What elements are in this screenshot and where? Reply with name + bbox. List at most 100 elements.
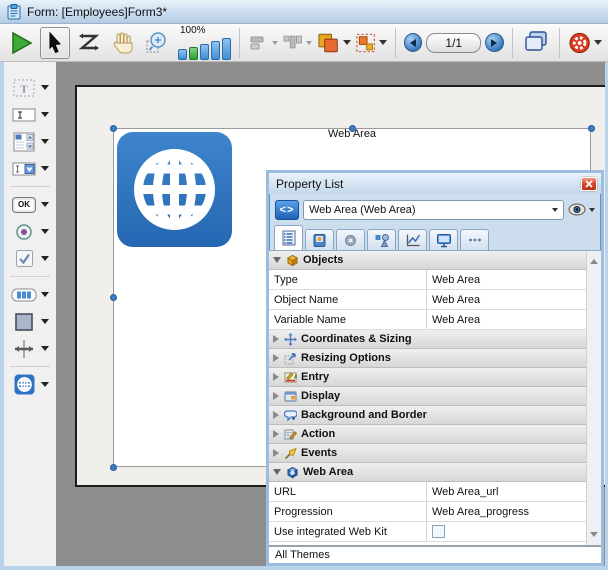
view-options-button[interactable] [568,203,595,216]
checkbox-tool-dropdown[interactable] [41,256,49,261]
splitter-tool[interactable] [4,335,56,362]
property-value[interactable]: Web Area_progress [427,502,586,521]
text-tool[interactable]: T [4,74,56,101]
section-web-area[interactable]: Web Area [269,463,586,482]
align-dropdown-arrow[interactable] [272,41,278,45]
property-row-progression[interactable]: Progression Web Area_progress [269,502,586,522]
object-selector-dropdown[interactable]: Web Area (Web Area) [303,200,564,220]
selection-handle-top-left[interactable] [110,125,117,132]
form-canvas[interactable]: Web Area Property List <> [56,62,605,566]
rectangle-tool[interactable] [4,308,56,335]
property-value[interactable]: Web Area [427,290,586,309]
tab-list[interactable] [274,225,303,250]
prev-page-button[interactable] [404,33,423,52]
tab-more[interactable] [460,229,489,250]
form-windows-button[interactable] [521,27,551,59]
splitter-tool-dropdown[interactable] [41,346,49,351]
buttonbar-tool-dropdown[interactable] [41,292,49,297]
group-dropdown-arrow[interactable] [379,40,387,45]
page-indicator[interactable]: 1/1 [426,33,481,53]
tab-chart[interactable] [398,229,427,250]
tab-monitor[interactable] [429,229,458,250]
webarea-tool[interactable] [4,371,56,398]
group-button[interactable] [355,27,387,59]
section-action[interactable]: Action [269,425,586,444]
webarea-tool-dropdown[interactable] [41,382,49,387]
buttonbar-tool[interactable] [4,281,56,308]
disclosure-open-icon[interactable] [273,469,281,475]
zoom-bar-400[interactable] [211,41,220,60]
input-tool-dropdown[interactable] [41,112,49,117]
execute-form-button[interactable] [6,27,36,59]
disclosure-closed-icon[interactable] [273,335,279,343]
section-background-border[interactable]: Background and Border [269,406,586,425]
section-display[interactable]: Display [269,387,586,406]
zoom-bar-800[interactable] [222,38,231,60]
zoom-bar-100-current[interactable] [189,47,198,60]
disclosure-closed-icon[interactable] [273,411,279,419]
magnifier-tool-button[interactable] [142,27,172,59]
zoom-bar-200[interactable] [200,44,209,60]
scroll-up-icon[interactable] [590,259,598,264]
disclosure-closed-icon[interactable] [273,354,279,362]
layers-button[interactable] [316,27,350,59]
zoom-bar-50[interactable] [178,49,187,60]
align-button[interactable] [248,27,278,59]
property-label: Variable Name [269,310,427,329]
property-scrollbar[interactable] [586,251,601,545]
property-value[interactable]: Web Area [427,270,586,289]
section-entry[interactable]: # Entry [269,368,586,387]
eye-dropdown-arrow[interactable] [589,208,595,212]
settings-button[interactable] [568,27,602,59]
disclosure-closed-icon[interactable] [273,449,279,457]
disclosure-open-icon[interactable] [273,257,281,263]
selection-handle-bottom-left[interactable] [110,464,117,471]
layers-dropdown-arrow[interactable] [343,40,351,45]
disclosure-closed-icon[interactable] [273,373,279,381]
text-tool-dropdown[interactable] [41,85,49,90]
property-row-url[interactable]: URL Web Area_url [269,482,586,502]
property-value[interactable]: Web Area [427,310,586,329]
rectangle-tool-icon [11,312,37,332]
next-page-button[interactable] [485,33,504,52]
hand-tool-button[interactable] [108,27,138,59]
radio-tool[interactable] [4,218,56,245]
pointer-tool-button[interactable] [40,27,70,59]
disclosure-closed-icon[interactable] [273,392,279,400]
property-row-object-name[interactable]: Object Name Web Area [269,290,586,310]
entry-order-button[interactable] [74,27,104,59]
selection-handle-top-right[interactable] [588,125,595,132]
property-row-type[interactable]: Type Web Area [269,270,586,290]
themes-footer[interactable]: All Themes [269,545,601,563]
scroll-down-icon[interactable] [590,532,598,537]
section-objects[interactable]: Objects [269,251,586,270]
property-row-webkit[interactable]: Use integrated Web Kit [269,522,586,542]
listbox-tool-dropdown[interactable] [41,139,49,144]
disclosure-closed-icon[interactable] [273,430,279,438]
webkit-checkbox[interactable] [432,525,445,538]
property-list-titlebar[interactable]: Property List [269,173,601,194]
button-tool-dropdown[interactable] [41,202,49,207]
section-resizing-options[interactable]: Resizing Options [269,349,586,368]
tab-book[interactable] [305,229,334,250]
listbox-tool[interactable] [4,128,56,155]
button-tool[interactable]: OK [4,191,56,218]
distribute-button[interactable] [282,27,312,59]
radio-tool-dropdown[interactable] [41,229,49,234]
close-button[interactable] [581,177,597,191]
tab-gear[interactable] [336,229,365,250]
property-row-variable-name[interactable]: Variable Name Web Area [269,310,586,330]
checkbox-tool[interactable] [4,245,56,272]
distribute-dropdown-arrow[interactable] [306,41,312,45]
combobox-tool[interactable] [4,155,56,182]
settings-dropdown-arrow[interactable] [594,40,602,45]
rectangle-tool-dropdown[interactable] [41,319,49,324]
section-coordinates-sizing[interactable]: Coordinates & Sizing [269,330,586,349]
input-tool[interactable] [4,101,56,128]
combobox-tool-dropdown[interactable] [41,166,49,171]
property-value[interactable]: Web Area_url [427,482,586,501]
object-navigator-button[interactable]: <> [275,200,299,220]
selection-handle-middle-left[interactable] [110,294,117,301]
tab-shapes[interactable] [367,229,396,250]
section-events[interactable]: Events [269,444,586,463]
